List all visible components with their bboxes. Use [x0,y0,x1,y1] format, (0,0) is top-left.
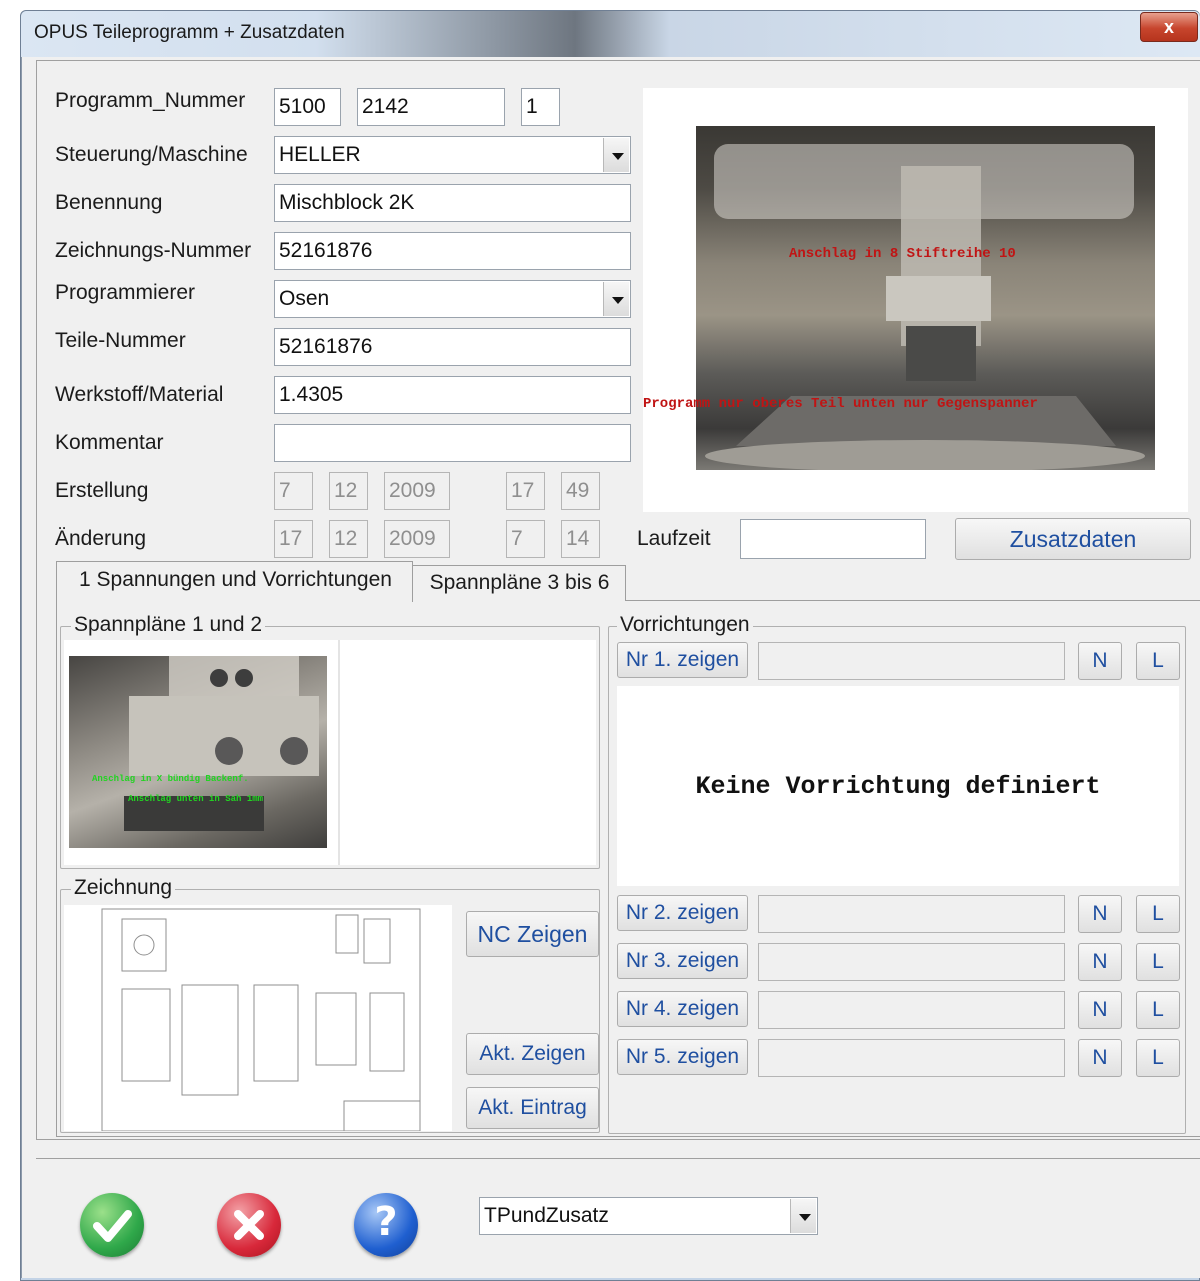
close-button[interactable]: x [1140,12,1198,42]
teile-nummer-input[interactable]: 52161876 [274,328,631,366]
vorrichtung-4-show-button[interactable]: Nr 4. zeigen [617,991,748,1027]
spannplan-1-photo[interactable] [69,656,327,848]
aenderung-hour: 7 [506,520,545,558]
aenderung-day: 17 [274,520,313,558]
spannplan-overlay-1: Anschlag in X bündig Backenf. [92,774,249,784]
spannplan-overlay-2: Anschlag unten in Sah 1mm [128,794,264,804]
program-number-part1-input[interactable]: 5100 [274,88,341,126]
photo-overlay-text-2: Programm nur oberes Teil unten nur Gegen… [643,396,1038,412]
erstellung-day: 7 [274,472,313,510]
vorrichtung-2-delete-button[interactable]: L [1136,895,1180,933]
help-button[interactable]: ? [354,1193,418,1257]
aenderung-label: Änderung [55,527,147,550]
view-select[interactable]: TPundZusatz [479,1197,818,1235]
akt-eintrag-button[interactable]: Akt. Eintrag [466,1087,599,1129]
chevron-down-icon[interactable] [603,138,629,172]
part-photo [696,126,1155,470]
vorrichtung-2-field [758,895,1065,933]
erstellung-minute: 49 [561,472,600,510]
steuerung-value: HELLER [279,143,361,166]
laufzeit-label: Laufzeit [637,527,711,550]
check-icon [93,1210,132,1242]
aenderung-month: 12 [329,520,368,558]
aenderung-minute: 14 [561,520,600,558]
help-icon: ? [374,1199,398,1245]
programmierer-value: Osen [279,287,330,310]
vorrichtung-5-new-button[interactable]: N [1078,1039,1122,1077]
cancel-button[interactable] [217,1193,281,1257]
vorrichtung-1-field [758,642,1065,680]
vorrichtung-5-delete-button[interactable]: L [1136,1039,1180,1077]
vorrichtung-5-show-button[interactable]: Nr 5. zeigen [617,1039,748,1075]
benennung-label: Benennung [55,191,163,214]
vorrichtung-3-delete-button[interactable]: L [1136,943,1180,981]
zusatzdaten-button[interactable]: Zusatzdaten [955,518,1191,560]
benennung-input[interactable]: Mischblock 2K [274,184,631,222]
vorrichtung-4-field [758,991,1065,1029]
program-number-label: Programm_Nummer [55,89,246,112]
drawing-preview[interactable] [64,905,452,1131]
werkstoff-label: Werkstoff/Material [55,383,224,406]
tab-spannplaene-label: Spannpläne 3 bis 6 [429,571,610,594]
steuerung-select[interactable]: HELLER [274,136,631,174]
kommentar-label: Kommentar [55,431,164,454]
tab-spannungen-label: 1 Spannungen und Vorrichtungen [79,568,392,591]
photo-overlay-text-1: Anschlag in 8 Stiftreihe 10 [789,246,1016,262]
program-number-part2-input[interactable]: 2142 [357,88,505,126]
zeichnungs-nummer-label: Zeichnungs-Nummer [55,239,252,262]
chevron-down-icon[interactable] [603,282,629,316]
vorrichtung-5-field [758,1039,1065,1077]
vorrichtungen-group-title: Vorrichtungen [617,613,753,637]
programmierer-label: Programmierer [55,281,196,304]
akt-zeigen-button[interactable]: Akt. Zeigen [466,1033,599,1075]
vorrichtung-1-show-button[interactable]: Nr 1. zeigen [617,642,748,678]
werkstoff-input[interactable]: 1.4305 [274,376,631,414]
chevron-down-icon[interactable] [790,1199,816,1233]
erstellung-hour: 17 [506,472,545,510]
erstellung-label: Erstellung [55,479,149,502]
erstellung-month: 12 [329,472,368,510]
vorrichtung-2-show-button[interactable]: Nr 2. zeigen [617,895,748,931]
vorrichtung-4-new-button[interactable]: N [1078,991,1122,1029]
no-fixture-message: Keine Vorrichtung definiert [695,772,1101,801]
tab-spannungen[interactable]: 1 Spannungen und Vorrichtungen [56,561,413,602]
window-title: OPUS Teileprogramm + Zusatzdaten [34,22,345,43]
teile-nummer-label: Teile-Nummer [55,329,186,352]
spannplaene-group-title: Spannpläne 1 und 2 [71,613,266,637]
aenderung-year: 2009 [384,520,450,558]
erstellung-year: 2009 [384,472,450,510]
vorrichtung-3-show-button[interactable]: Nr 3. zeigen [617,943,748,979]
vorrichtung-2-new-button[interactable]: N [1078,895,1122,933]
view-select-value: TPundZusatz [484,1204,609,1227]
vorrichtung-1-new-button[interactable]: N [1078,642,1122,680]
bottom-separator [36,1158,1200,1159]
cancel-icon [234,1210,264,1240]
ok-button[interactable] [80,1193,144,1257]
steuerung-label: Steuerung/Maschine [55,143,248,166]
program-number-part3-input[interactable]: 1 [521,88,560,126]
vorrichtung-1-delete-button[interactable]: L [1136,642,1180,680]
vorrichtung-3-field [758,943,1065,981]
zeichnung-group-title: Zeichnung [71,876,176,900]
tab-spannplaene[interactable]: Spannpläne 3 bis 6 [413,565,626,601]
kommentar-input[interactable] [274,424,631,462]
laufzeit-input[interactable] [740,519,926,559]
programmierer-select[interactable]: Osen [274,280,631,318]
nc-zeigen-button[interactable]: NC Zeigen [466,911,599,957]
vorrichtung-3-new-button[interactable]: N [1078,943,1122,981]
vorrichtung-4-delete-button[interactable]: L [1136,991,1180,1029]
zeichnungs-nummer-input[interactable]: 52161876 [274,232,631,270]
spannplan-divider [338,640,340,865]
